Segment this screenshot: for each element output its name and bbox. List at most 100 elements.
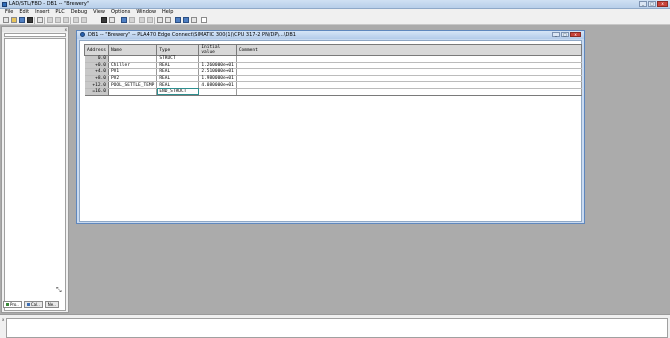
copy-icon[interactable] — [55, 17, 61, 23]
open-online-icon[interactable] — [19, 17, 25, 23]
ladder-icon[interactable] — [157, 17, 163, 23]
table-row[interactable]: +12.0 POOL_SETTLE_TEMP REAL 4.080000e+01 — [84, 81, 583, 89]
column-header-type: Type — [156, 44, 200, 56]
block-icon[interactable] — [139, 17, 145, 23]
panel-close-icon[interactable]: x — [65, 27, 67, 32]
db-editor-client: Address Name Type Initial value Comment … — [79, 40, 583, 222]
arrow-icon[interactable] — [147, 17, 153, 23]
menu-view[interactable]: View — [90, 9, 108, 16]
new-icon[interactable] — [3, 17, 9, 23]
close-button[interactable]: x — [657, 1, 668, 7]
db-window-controls: _ □ x — [552, 32, 581, 37]
fbd-icon[interactable] — [175, 17, 181, 23]
detail-view-icon[interactable] — [183, 17, 189, 23]
menu-edit[interactable]: Edit — [16, 9, 32, 16]
address-cell: +4.0 — [84, 68, 109, 76]
comment-cell[interactable] — [236, 62, 583, 70]
program-elements-panel: x ⤡ — [1, 26, 69, 313]
type-cell[interactable]: REAL — [156, 68, 200, 76]
comment-cell[interactable] — [236, 68, 583, 76]
menu-help[interactable]: Help — [159, 9, 176, 16]
name-cell[interactable]: PV1 — [108, 68, 158, 76]
undo-icon[interactable] — [73, 17, 79, 23]
column-header-comment: Comment — [235, 44, 583, 56]
name-cell[interactable]: POOL_SETTLE_TEMP — [108, 81, 158, 89]
open-icon[interactable] — [11, 17, 17, 23]
db-window-title-bar[interactable]: DB1 -- "Brewery" -- PLA470 Edge Connect\… — [77, 31, 584, 39]
help-icon[interactable] — [201, 17, 207, 23]
type-cell[interactable]: REAL — [156, 75, 200, 83]
name-cell[interactable] — [108, 88, 158, 96]
tab-label: Ne.. — [47, 302, 56, 307]
table-row[interactable]: +8.0 PV2 REAL 1.980000e+01 — [84, 75, 583, 83]
menu-options[interactable]: Options — [108, 9, 133, 16]
monitor-icon[interactable] — [109, 17, 115, 23]
details-close-icon[interactable]: x — [2, 317, 4, 322]
type-cell[interactable]: STRUCT — [156, 55, 200, 63]
window-controls: _ □ x — [639, 1, 668, 7]
table-row[interactable]: =16.0 END_STRUCT — [84, 88, 583, 96]
initial-value-cell[interactable] — [198, 55, 237, 63]
name-cell[interactable]: PV2 — [108, 75, 158, 83]
menu-file[interactable]: File — [2, 9, 16, 16]
table-row[interactable]: 0.0 STRUCT — [84, 55, 583, 63]
paste-icon[interactable] — [63, 17, 69, 23]
panel-header — [2, 27, 68, 32]
save-icon[interactable] — [27, 17, 33, 23]
window-title: LAD/STL/FBD - DB1 -- "Brewery" — [9, 1, 90, 7]
overview-icon[interactable] — [129, 17, 135, 23]
tab-label: Pro.. — [10, 302, 19, 307]
comment-cell[interactable] — [236, 55, 583, 63]
menu-debug[interactable]: Debug — [68, 9, 90, 16]
name-cell[interactable]: Chiller — [108, 62, 158, 70]
minimize-button[interactable]: _ — [639, 1, 647, 7]
db-minimize-button[interactable]: _ — [552, 32, 560, 37]
toolbar — [0, 16, 670, 25]
initial-value-cell[interactable] — [198, 88, 237, 96]
network-icon[interactable] — [121, 17, 127, 23]
table-row[interactable]: +4.0 PV1 REAL 2.510000e+01 — [84, 68, 583, 76]
menu-insert[interactable]: Insert — [32, 9, 52, 16]
address-cell: +0.0 — [84, 62, 109, 70]
tab-program-elements[interactable]: Pro.. — [3, 301, 22, 308]
menu-window[interactable]: Window — [133, 9, 159, 16]
menu-bar: File Edit Insert PLC Debug View Options … — [0, 9, 670, 16]
address-cell: 0.0 — [84, 55, 109, 63]
db-maximize-button[interactable]: □ — [561, 32, 569, 37]
initial-value-cell[interactable]: 1.260000e+01 — [198, 62, 237, 70]
comment-cell[interactable] — [236, 75, 583, 83]
cut-icon[interactable] — [47, 17, 53, 23]
comment-cell[interactable] — [236, 81, 583, 89]
db-close-button[interactable]: x — [570, 32, 581, 37]
table-header-row: Address Name Type Initial value Comment — [84, 44, 583, 56]
call-structure-icon — [26, 303, 30, 306]
resize-icon[interactable]: ⤡ — [56, 286, 62, 295]
maximize-button[interactable]: □ — [648, 1, 656, 7]
tile-icon[interactable] — [191, 17, 197, 23]
tab-label: Cal.. — [30, 302, 40, 307]
initial-value-cell[interactable]: 1.980000e+01 — [198, 75, 237, 83]
stl-icon[interactable] — [165, 17, 171, 23]
details-area[interactable] — [6, 318, 668, 338]
column-header-address: Address — [84, 44, 109, 56]
table-row[interactable]: +0.0 Chiller REAL 1.260000e+01 — [84, 62, 583, 70]
program-elements-tree[interactable] — [4, 38, 66, 311]
redo-icon[interactable] — [81, 17, 87, 23]
comment-cell[interactable] — [236, 88, 583, 96]
initial-value-cell[interactable]: 4.080000e+01 — [198, 81, 237, 89]
type-cell[interactable]: REAL — [156, 62, 200, 70]
db-icon — [80, 32, 85, 37]
title-bar: LAD/STL/FBD - DB1 -- "Brewery" _ □ x — [0, 0, 670, 9]
tab-network[interactable]: Ne.. — [44, 301, 59, 308]
name-cell[interactable] — [108, 55, 158, 63]
print-icon[interactable] — [37, 17, 43, 23]
tab-call-structure[interactable]: Cal.. — [23, 301, 43, 308]
details-panel: x — [0, 314, 670, 338]
type-cell[interactable]: REAL — [156, 81, 200, 89]
panel-filter-box[interactable] — [4, 33, 66, 37]
download-icon[interactable] — [101, 17, 107, 23]
type-cell-selected[interactable]: END_STRUCT — [156, 88, 200, 96]
initial-value-cell[interactable]: 2.510000e+01 — [198, 68, 237, 76]
address-cell: +8.0 — [84, 75, 109, 83]
menu-plc[interactable]: PLC — [52, 9, 67, 16]
